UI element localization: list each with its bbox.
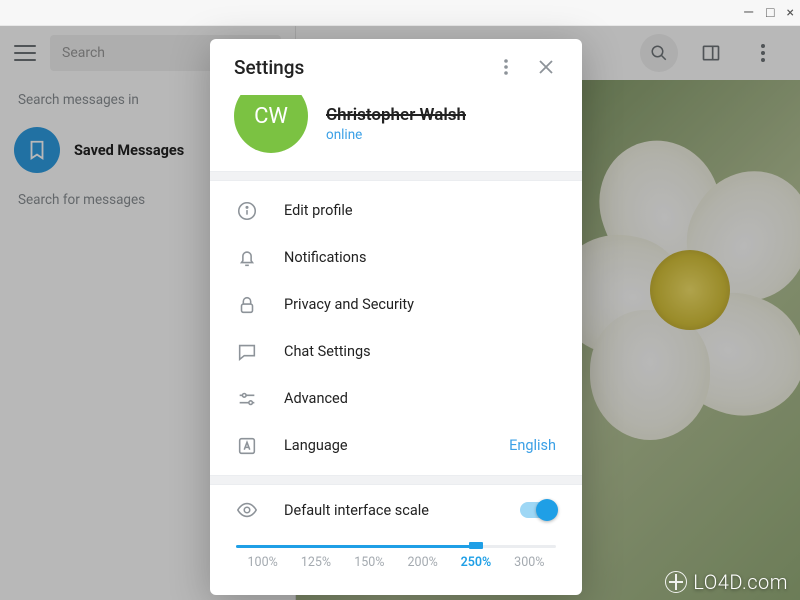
window-maximize-button[interactable]: □ <box>766 4 774 21</box>
kebab-icon[interactable] <box>488 49 524 85</box>
scale-toggle[interactable] <box>520 502 556 518</box>
menu-value: English <box>509 437 556 454</box>
menu-label: Language <box>284 437 483 454</box>
menu-item-language[interactable]: Language English <box>210 422 582 469</box>
settings-menu: Edit profile Notifications Privacy and S… <box>210 181 582 475</box>
separator <box>210 475 582 485</box>
close-icon[interactable] <box>528 49 564 85</box>
menu-label: Edit profile <box>284 202 556 219</box>
profile-avatar: CW <box>234 95 308 153</box>
menu-item-advanced[interactable]: Advanced <box>210 375 582 422</box>
lock-icon <box>236 294 258 316</box>
watermark-text: LO4D.com <box>693 570 788 594</box>
chat-icon <box>236 341 258 363</box>
scale-option[interactable]: 250% <box>449 555 502 570</box>
profile-name: Christopher Walsh <box>326 105 466 125</box>
menu-label: Advanced <box>284 390 556 407</box>
menu-item-chat-settings[interactable]: Chat Settings <box>210 328 582 375</box>
scale-slider[interactable]: 100%125%150%200%250%300% <box>236 545 556 575</box>
watermark: LO4D.com <box>665 570 788 594</box>
menu-item-edit-profile[interactable]: Edit profile <box>210 187 582 234</box>
menu-label: Privacy and Security <box>284 296 556 313</box>
separator <box>210 171 582 181</box>
sliders-icon <box>236 388 258 410</box>
menu-label: Chat Settings <box>284 343 556 360</box>
scale-label: Default interface scale <box>284 502 494 519</box>
settings-title: Settings <box>234 56 484 79</box>
bell-icon <box>236 247 258 269</box>
scale-option[interactable]: 150% <box>343 555 396 570</box>
menu-item-notifications[interactable]: Notifications <box>210 234 582 281</box>
language-icon <box>236 435 258 457</box>
menu-label: Notifications <box>284 249 556 266</box>
scale-option[interactable]: 200% <box>396 555 449 570</box>
window-close-button[interactable]: × <box>787 5 794 21</box>
profile-row[interactable]: CW Christopher Walsh online <box>210 95 582 171</box>
settings-body: CW Christopher Walsh online Edit profile… <box>210 95 582 595</box>
settings-header: Settings <box>210 39 582 95</box>
settings-modal: Settings CW Christopher Walsh online Edi… <box>210 39 582 595</box>
menu-item-privacy[interactable]: Privacy and Security <box>210 281 582 328</box>
scale-option[interactable]: 125% <box>289 555 342 570</box>
scale-option[interactable]: 300% <box>503 555 556 570</box>
window-titlebar: — □ × <box>0 0 800 26</box>
globe-icon <box>665 571 687 593</box>
info-icon <box>236 200 258 222</box>
profile-status: online <box>326 127 466 143</box>
scale-section: Default interface scale 100%125%150%200%… <box>210 485 582 593</box>
scale-option[interactable]: 100% <box>236 555 289 570</box>
eye-icon <box>236 499 258 521</box>
window-minimize-button[interactable]: — <box>743 5 754 21</box>
